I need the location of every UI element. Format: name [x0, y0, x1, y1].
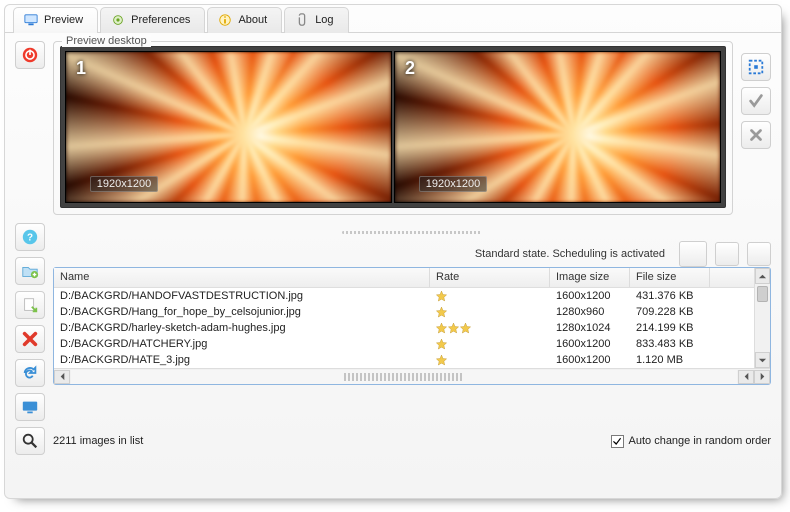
horizontal-scrollbar[interactable]: [54, 368, 770, 384]
cell-name: D:/BACKGRD/HANDOFVASTDESTRUCTION.jpg: [54, 290, 430, 302]
list-body: D:/BACKGRD/HANDOFVASTDESTRUCTION.jpg 1600…: [54, 288, 770, 368]
image-list[interactable]: Name Rate Image size File size D:/BACKGR…: [53, 267, 771, 385]
help-icon: ?: [21, 228, 39, 246]
export-button[interactable]: [15, 291, 45, 319]
expand-button[interactable]: [741, 53, 771, 81]
gear-icon: [111, 13, 125, 27]
search-icon: [21, 432, 39, 450]
schedule-button[interactable]: [679, 241, 707, 267]
tab-preview[interactable]: Preview: [13, 7, 98, 33]
cell-rate: [430, 307, 550, 318]
clip-icon: [295, 13, 309, 27]
export-icon: [21, 296, 39, 314]
cell-image-size: 1280x1024: [550, 322, 630, 334]
tab-log[interactable]: Log: [284, 7, 348, 33]
monitor-number: 2: [405, 58, 415, 79]
search-button[interactable]: [15, 427, 45, 455]
cell-name: D:/BACKGRD/Hang_for_hope_by_celsojunior.…: [54, 306, 430, 318]
status-bar: Standard state. Scheduling is activated: [53, 241, 771, 267]
refresh-button[interactable]: [15, 359, 45, 387]
display-icon: [21, 398, 39, 416]
reject-button[interactable]: [741, 121, 771, 149]
cell-rate: [430, 339, 550, 350]
monitor-number: 1: [76, 58, 86, 79]
cell-rate: [430, 355, 550, 366]
tab-label: About: [238, 14, 267, 26]
status-text: Standard state. Scheduling is activated: [53, 248, 671, 260]
random-order-checkbox[interactable]: Auto change in random order: [611, 435, 771, 448]
scroll-down-icon[interactable]: [755, 352, 770, 368]
list-header: Name Rate Image size File size: [54, 268, 770, 288]
cell-rate: [430, 291, 550, 302]
cell-image-size: 1600x1200: [550, 354, 630, 366]
tab-content: Preview desktop 1 1920x1200 2 1920x1200: [5, 33, 781, 498]
cell-rate: [430, 323, 550, 334]
delete-button[interactable]: [15, 325, 45, 353]
monitor-strip: 1 1920x1200 2 1920x1200: [60, 46, 726, 208]
power-icon: [21, 46, 39, 64]
tab-preferences[interactable]: Preferences: [100, 7, 205, 33]
cell-file-size: 833.483 KB: [630, 338, 710, 350]
delete-icon: [21, 330, 39, 348]
tab-label: Log: [315, 14, 333, 26]
random-order-label: Auto change in random order: [629, 435, 771, 447]
add-folder-button[interactable]: [15, 257, 45, 285]
scroll-thumb[interactable]: [757, 286, 768, 302]
tab-about[interactable]: About: [207, 7, 282, 33]
table-row[interactable]: D:/BACKGRD/harley-sketch-adam-hughes.jpg…: [54, 320, 770, 336]
svg-text:?: ?: [27, 233, 33, 244]
monitor-icon: [24, 13, 38, 27]
check-icon: [747, 92, 765, 110]
monitor-1[interactable]: 1 1920x1200: [65, 51, 392, 203]
splitter-handle[interactable]: [53, 229, 771, 235]
help-button[interactable]: ?: [15, 223, 45, 251]
table-row[interactable]: D:/BACKGRD/HATCHERY.jpg 1600x1200833.483 …: [54, 336, 770, 352]
power-button[interactable]: [15, 41, 45, 69]
preview-legend: Preview desktop: [62, 35, 151, 47]
scroll-up-icon[interactable]: [755, 268, 770, 284]
cell-image-size: 1280x960: [550, 306, 630, 318]
monitor-resolution: 1920x1200: [419, 176, 487, 192]
scroll-left2-icon[interactable]: [738, 370, 754, 384]
image-count-text: 2211 images in list: [53, 435, 143, 447]
app-window: Preview Preferences About Log Preview de…: [4, 4, 782, 499]
tab-label: Preferences: [131, 14, 190, 26]
col-name[interactable]: Name: [54, 268, 430, 287]
cell-name: D:/BACKGRD/harley-sketch-adam-hughes.jpg: [54, 322, 430, 334]
scroll-right-icon[interactable]: [754, 370, 770, 384]
col-image-size[interactable]: Image size: [550, 268, 630, 287]
tab-label: Preview: [44, 14, 83, 26]
display-button[interactable]: [15, 393, 45, 421]
cell-image-size: 1600x1200: [550, 338, 630, 350]
folder-add-icon: [21, 262, 39, 280]
monitor-resolution: 1920x1200: [90, 176, 158, 192]
tab-bar: Preview Preferences About Log: [5, 5, 781, 33]
info-icon: [218, 13, 232, 27]
table-row[interactable]: D:/BACKGRD/HANDOFVASTDESTRUCTION.jpg 1600…: [54, 288, 770, 304]
refresh-icon: [21, 364, 39, 382]
cell-name: D:/BACKGRD/HATCHERY.jpg: [54, 338, 430, 350]
vertical-scrollbar[interactable]: [754, 268, 770, 368]
cell-file-size: 709.228 KB: [630, 306, 710, 318]
table-row[interactable]: D:/BACKGRD/Hang_for_hope_by_celsojunior.…: [54, 304, 770, 320]
checkbox-icon: [611, 435, 624, 448]
calendar-button[interactable]: [715, 242, 739, 266]
close-icon: [747, 126, 765, 144]
cell-name: D:/BACKGRD/HATE_3.jpg: [54, 354, 430, 366]
cell-image-size: 1600x1200: [550, 290, 630, 302]
cell-file-size: 1.120 MB: [630, 354, 710, 366]
columns-button[interactable]: [747, 242, 771, 266]
cell-file-size: 431.376 KB: [630, 290, 710, 302]
preview-fieldset: Preview desktop 1 1920x1200 2 1920x1200: [53, 41, 733, 215]
accept-button[interactable]: [741, 87, 771, 115]
scroll-left-icon[interactable]: [54, 370, 70, 384]
col-rate[interactable]: Rate: [430, 268, 550, 287]
cell-file-size: 214.199 KB: [630, 322, 710, 334]
col-file-size[interactable]: File size: [630, 268, 710, 287]
expand-icon: [747, 58, 765, 76]
table-row[interactable]: D:/BACKGRD/HATE_3.jpg 1600x12001.120 MB: [54, 352, 770, 368]
monitor-2[interactable]: 2 1920x1200: [394, 51, 721, 203]
